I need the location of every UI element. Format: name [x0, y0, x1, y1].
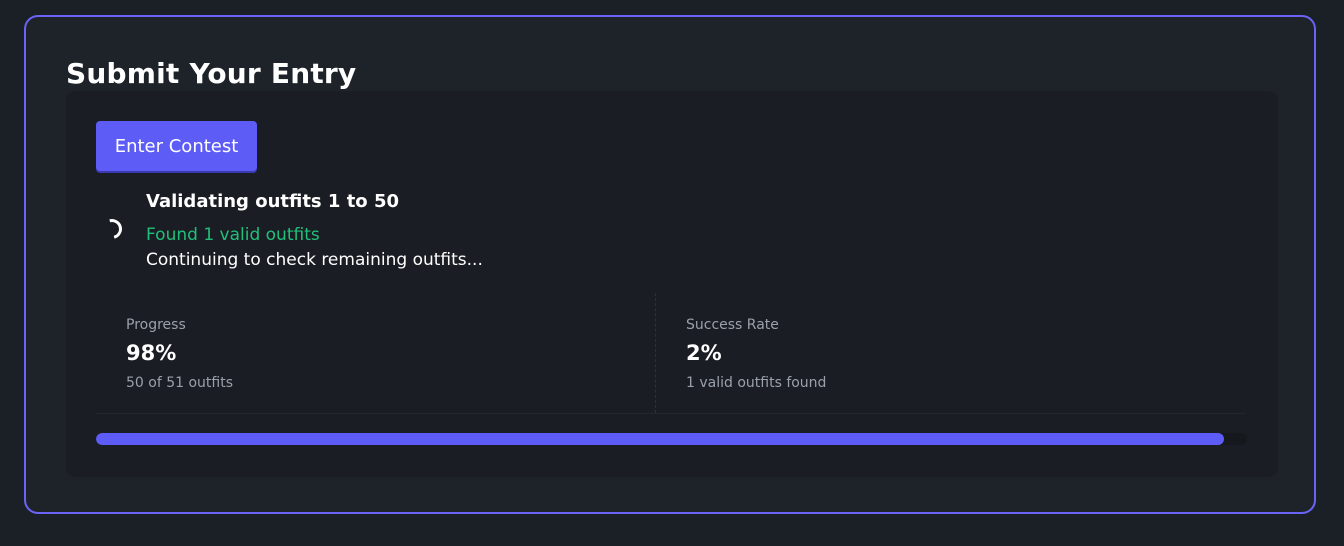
progress-bar-fill [96, 433, 1224, 445]
valid-outfits-count: 1 valid outfits found [686, 375, 827, 391]
entry-panel: Enter Contest Validating outfits 1 to 50… [66, 91, 1278, 477]
progress-count: 50 of 51 outfits [126, 375, 234, 391]
continuing-check-text: Continuing to check remaining outfits... [146, 250, 483, 270]
submit-entry-card: Submit Your Entry Enter Contest Validati… [24, 15, 1316, 514]
validation-status-heading: Validating outfits 1 to 50 [146, 191, 399, 212]
progress-stat: Progress 98% 50 of 51 outfits [96, 293, 656, 413]
success-rate-stat: Success Rate 2% 1 valid outfits found [656, 293, 1246, 413]
progress-value: 98% [126, 341, 177, 365]
loading-spinner-icon [98, 215, 126, 243]
success-rate-value: 2% [686, 341, 722, 365]
stats-panel: Progress 98% 50 of 51 outfits Success Ra… [96, 293, 1246, 414]
enter-contest-button[interactable]: Enter Contest [96, 121, 257, 171]
progress-bar [96, 433, 1247, 445]
success-rate-label: Success Rate [686, 317, 779, 333]
page-title: Submit Your Entry [66, 57, 357, 90]
progress-label: Progress [126, 317, 186, 333]
valid-outfits-found-text: Found 1 valid outfits [146, 225, 320, 245]
